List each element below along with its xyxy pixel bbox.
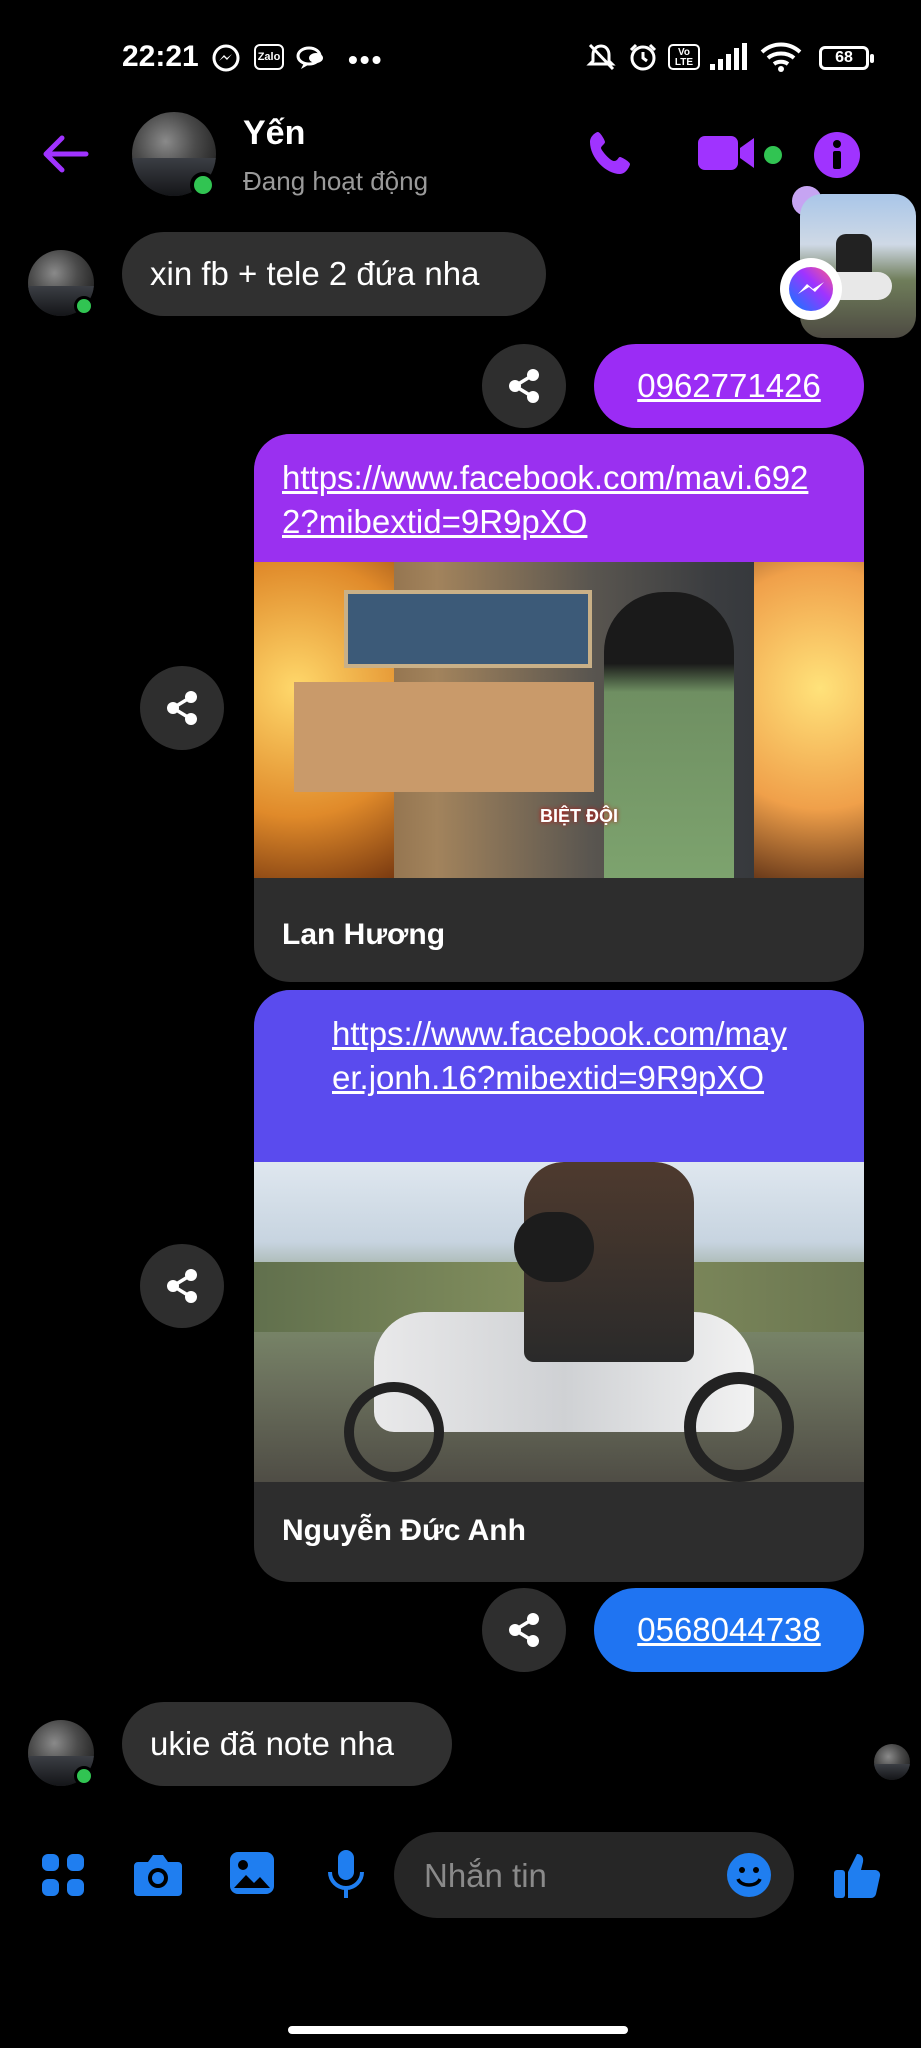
link-url[interactable]: https://www.facebook.com/mavi.6922?mibex… <box>282 456 842 544</box>
share-button[interactable] <box>140 1244 224 1328</box>
info-icon[interactable] <box>812 130 862 185</box>
messenger-badge-icon <box>780 258 842 320</box>
back-arrow-icon[interactable] <box>40 134 90 179</box>
home-indicator[interactable] <box>288 2026 628 2034</box>
share-icon <box>509 369 539 403</box>
apps-grid-icon[interactable] <box>40 1852 86 1903</box>
message-input[interactable] <box>422 1832 706 1920</box>
incoming-message[interactable]: xin fb + tele 2 đứa nha <box>122 232 546 316</box>
link-card-title: Nguyễn Đức Anh <box>282 1514 526 1547</box>
share-icon <box>167 1269 197 1303</box>
messenger-icon <box>212 44 240 72</box>
share-icon <box>509 1613 539 1647</box>
link-preview-image <box>254 1162 864 1482</box>
link-preview-card[interactable]: https://www.facebook.com/mayer.jonh.16?m… <box>254 990 864 1582</box>
status-time: 22:21 <box>122 40 199 73</box>
phone-number-link[interactable]: 0962771426 <box>637 367 821 405</box>
share-button[interactable] <box>482 1588 566 1672</box>
more-dots-icon: ••• <box>348 44 384 75</box>
battery-indicator: 68 <box>819 46 874 70</box>
chat-bubble-icon <box>296 44 324 72</box>
zalo-icon: Zalo <box>254 44 284 70</box>
seen-receipt-avatar <box>874 1744 910 1780</box>
online-status-dot <box>74 296 94 316</box>
incoming-message[interactable]: ukie đã note nha <box>122 1702 452 1786</box>
outgoing-phone-message[interactable]: 0568044738 <box>594 1588 864 1672</box>
emoji-icon[interactable] <box>726 1852 772 1903</box>
video-call-icon[interactable] <box>696 132 758 179</box>
link-url[interactable]: https://www.facebook.com/mayer.jonh.16?m… <box>332 1012 802 1100</box>
wifi-icon <box>760 42 802 77</box>
volte-icon: Vo LTE <box>668 44 700 70</box>
outgoing-phone-message[interactable]: 0962771426 <box>594 344 864 428</box>
online-status-dot <box>190 172 216 198</box>
message-text: ukie đã note nha <box>150 1725 395 1762</box>
message-text: xin fb + tele 2 đứa nha <box>150 255 480 292</box>
link-preview-card[interactable]: https://www.facebook.com/mavi.6922?mibex… <box>254 434 864 982</box>
signal-icon <box>708 42 748 77</box>
online-status-dot <box>74 1766 94 1786</box>
banner-text: BIỆT ĐỘI <box>539 806 618 826</box>
share-button[interactable] <box>482 344 566 428</box>
alarm-icon <box>628 42 657 71</box>
microphone-icon[interactable] <box>326 1848 366 1905</box>
gallery-icon[interactable] <box>228 1850 276 1901</box>
link-card-title: Lan Hương <box>282 918 446 951</box>
share-icon <box>167 691 197 725</box>
share-button[interactable] <box>140 666 224 750</box>
video-active-dot <box>764 146 782 164</box>
link-preview-image: BIỆT ĐỘI <box>254 562 864 878</box>
message-composer[interactable] <box>394 1832 794 1920</box>
like-thumbs-up-icon[interactable] <box>832 1850 884 1905</box>
phone-number-link[interactable]: 0568044738 <box>637 1611 821 1649</box>
contact-status: Đang hoạt động <box>243 166 429 196</box>
phone-call-icon[interactable] <box>584 128 636 185</box>
muted-bell-icon <box>586 42 616 71</box>
contact-name[interactable]: Yến <box>243 114 305 153</box>
camera-icon[interactable] <box>132 1850 184 1903</box>
